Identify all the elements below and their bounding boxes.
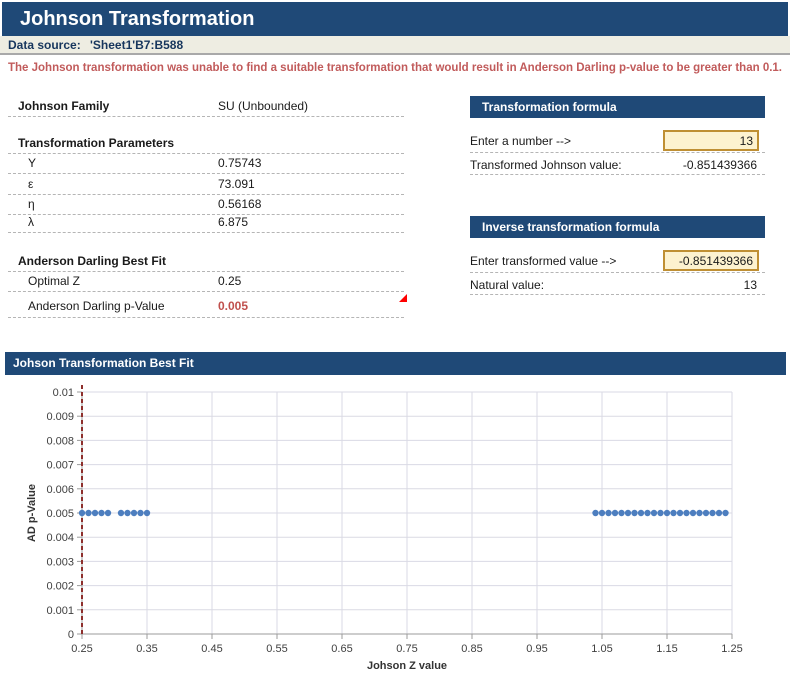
johnson-family-label: Johnson Family (18, 97, 109, 116)
param-eta-value: 0.56168 (218, 195, 261, 214)
svg-text:0.001: 0.001 (46, 605, 74, 617)
data-source-value: 'Sheet1'B7:B588 (90, 38, 183, 52)
param-epsilon-label: ε (28, 175, 33, 194)
enter-transformed-label: Enter transformed value --> (470, 250, 616, 272)
transformed-input-cell[interactable]: -0.851439366 (663, 250, 759, 271)
table-row: ε 73.091 (8, 175, 404, 195)
optimal-z-value: 0.25 (218, 272, 241, 291)
table-row: Anderson Darling Best Fit (8, 252, 404, 272)
param-lambda-label: λ (28, 213, 34, 232)
svg-text:0.009: 0.009 (46, 411, 74, 423)
page-title: Johnson Transformation (2, 2, 788, 36)
comment-indicator-icon (399, 294, 407, 302)
anderson-section-title: Anderson Darling Best Fit (18, 252, 166, 271)
data-source-label: Data source: (8, 38, 81, 52)
svg-text:0.007: 0.007 (46, 460, 74, 472)
optimal-z-label: Optimal Z (28, 272, 80, 291)
svg-text:0.25: 0.25 (71, 643, 92, 655)
data-source-bar: Data source: 'Sheet1'B7:B588 (0, 36, 790, 55)
chart-section-header: Johson Transformation Best Fit (5, 352, 786, 375)
transformation-formula-header: Transformation formula (470, 96, 765, 118)
number-input-cell[interactable]: 13 (663, 130, 759, 151)
svg-text:0.85: 0.85 (461, 643, 482, 655)
svg-text:0.65: 0.65 (331, 643, 352, 655)
svg-text:1.25: 1.25 (721, 643, 742, 655)
svg-text:0.002: 0.002 (46, 581, 74, 593)
svg-text:0.004: 0.004 (46, 532, 74, 544)
inverse-formula-header: Inverse transformation formula (470, 216, 765, 238)
enter-number-label: Enter a number --> (470, 130, 571, 152)
svg-text:1.05: 1.05 (591, 643, 612, 655)
svg-text:0.003: 0.003 (46, 556, 74, 568)
param-eta-label: η (28, 195, 35, 214)
table-row: η 0.56168 (8, 195, 404, 215)
transform-input-row: Enter a number --> 13 (470, 130, 765, 153)
transformed-value: -0.851439366 (683, 154, 757, 176)
svg-text:Johson Z value: Johson Z value (367, 660, 447, 672)
param-lambda-value: 6.875 (218, 213, 248, 232)
svg-text:0.35: 0.35 (136, 643, 157, 655)
natural-value: 13 (744, 274, 757, 296)
svg-text:0.75: 0.75 (396, 643, 417, 655)
inverse-input-row: Enter transformed value --> -0.851439366 (470, 250, 765, 273)
inverse-output-row: Natural value: 13 (470, 274, 765, 295)
svg-text:0.006: 0.006 (46, 484, 74, 496)
svg-text:0.95: 0.95 (526, 643, 547, 655)
best-fit-chart: 0 0.001 0.002 0.003 0.004 0.005 0.006 0.007 0.00… (5, 378, 786, 686)
svg-text:0.45: 0.45 (201, 643, 222, 655)
table-row: Optimal Z 0.25 (8, 272, 404, 292)
param-epsilon-value: 73.091 (218, 175, 255, 194)
pvalue-label: Anderson Darling p-Value (28, 297, 165, 316)
svg-text:0: 0 (68, 629, 74, 641)
scatter-plot: 0 0.001 0.002 0.003 0.004 0.005 0.006 0.007 0.00… (5, 378, 786, 686)
parameters-section-title: Transformation Parameters (18, 134, 174, 153)
table-row: Anderson Darling p-Value 0.005 (8, 297, 404, 318)
pvalue-value: 0.005 (218, 297, 248, 316)
transformed-value-label: Transformed Johnson value: (470, 154, 622, 176)
svg-text:0.008: 0.008 (46, 435, 74, 447)
table-row: λ 6.875 (8, 213, 404, 233)
johnson-family-value: SU (Unbounded) (218, 97, 308, 116)
svg-text:0.005: 0.005 (46, 508, 74, 520)
warning-message: The Johnson transformation was unable to… (8, 62, 786, 74)
johnson-transformation-report: Johnson Transformation Data source: 'She… (0, 0, 790, 691)
param-gamma-value: 0.75743 (218, 154, 261, 173)
svg-text:1.15: 1.15 (656, 643, 677, 655)
param-gamma-label: Υ (28, 154, 36, 173)
svg-text:AD p-Value: AD p-Value (26, 484, 38, 542)
table-row: Transformation Parameters (8, 134, 404, 154)
table-row: Johnson Family SU (Unbounded) (8, 97, 404, 117)
svg-text:0.01: 0.01 (53, 387, 74, 399)
transform-output-row: Transformed Johnson value: -0.851439366 (470, 154, 765, 175)
svg-text:0.55: 0.55 (266, 643, 287, 655)
natural-value-label: Natural value: (470, 274, 544, 296)
table-row: Υ 0.75743 (8, 154, 404, 174)
